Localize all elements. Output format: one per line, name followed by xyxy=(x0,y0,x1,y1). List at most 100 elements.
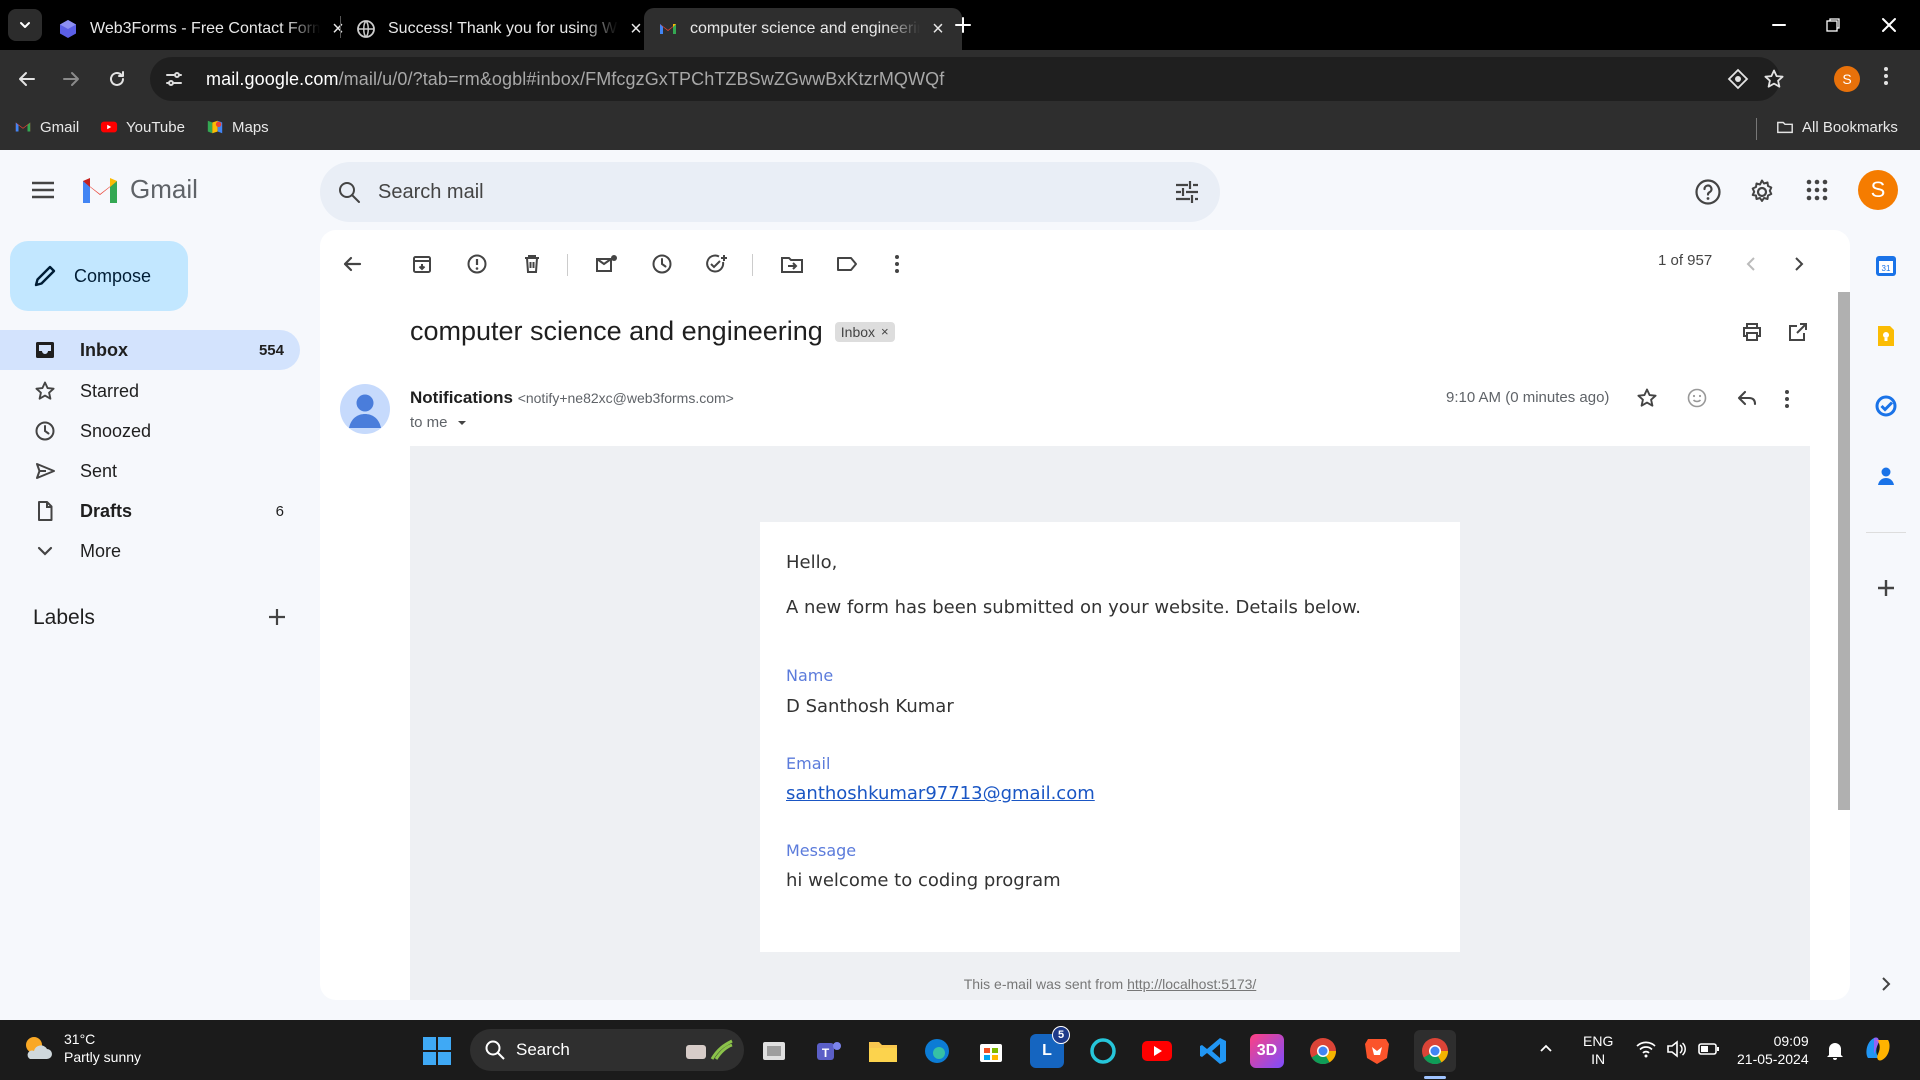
search-icon[interactable] xyxy=(336,179,362,205)
sender-avatar[interactable] xyxy=(340,384,390,434)
compose-button[interactable]: Compose xyxy=(10,241,188,311)
add-reaction-button[interactable] xyxy=(1686,387,1708,409)
site-settings-icon[interactable] xyxy=(164,69,186,89)
battery-status[interactable] xyxy=(1698,1040,1720,1058)
sidebar-item-sent[interactable]: Sent xyxy=(0,451,300,491)
tasks-app-button[interactable] xyxy=(1870,390,1902,422)
taskbar-task-view[interactable] xyxy=(758,1034,792,1068)
sidebar-item-drafts[interactable]: Drafts 6 xyxy=(0,491,300,531)
show-side-panel-button[interactable] xyxy=(1870,968,1902,1000)
volume-control[interactable] xyxy=(1666,1040,1686,1058)
taskbar-search[interactable]: Search xyxy=(470,1029,744,1071)
tab-search-button[interactable] xyxy=(8,9,42,41)
recipient-details[interactable]: to me xyxy=(410,414,470,431)
calendar-app-button[interactable]: 31 xyxy=(1870,250,1902,282)
close-window-button[interactable] xyxy=(1876,12,1902,38)
add-to-tasks-button[interactable] xyxy=(703,250,731,278)
forward-button[interactable] xyxy=(56,64,86,94)
back-button[interactable] xyxy=(12,64,42,94)
weather-widget[interactable]: 31°C Partly sunny xyxy=(20,1030,141,1066)
browser-menu-button[interactable] xyxy=(1882,64,1890,88)
message-scrollbar[interactable] xyxy=(1838,292,1850,810)
back-to-inbox-button[interactable] xyxy=(338,250,366,278)
taskbar-vscode[interactable] xyxy=(1196,1034,1230,1068)
browser-tab-gmail-active[interactable]: computer science and engineering × xyxy=(644,8,962,50)
taskbar-teams[interactable]: T xyxy=(812,1034,846,1068)
browser-tab-success[interactable]: Success! Thank you for using Web3Forms × xyxy=(342,8,660,50)
new-tab-button[interactable] xyxy=(950,12,976,38)
search-options-icon[interactable] xyxy=(1174,180,1200,204)
taskbar-chrome-profile[interactable] xyxy=(1414,1030,1456,1072)
sidebar-item-more[interactable]: More xyxy=(0,531,300,571)
taskbar-lync[interactable]: L 5 xyxy=(1030,1026,1070,1068)
minimize-window-button[interactable] xyxy=(1766,12,1792,38)
close-tab-icon[interactable]: × xyxy=(928,18,948,40)
account-avatar[interactable]: S xyxy=(1858,170,1898,210)
footer-link[interactable]: http://localhost:5173/ xyxy=(1127,976,1256,992)
taskbar-edge[interactable] xyxy=(920,1034,954,1068)
start-button[interactable] xyxy=(420,1034,454,1068)
browser-tab-web3forms[interactable]: Web3Forms - Free Contact Form × xyxy=(44,8,362,50)
older-message-button[interactable] xyxy=(1784,250,1812,278)
get-addons-button[interactable] xyxy=(1870,572,1902,604)
teams-icon: T xyxy=(817,1042,841,1060)
taskbar-brave[interactable] xyxy=(1360,1034,1394,1068)
google-lens-icon[interactable] xyxy=(1726,67,1750,91)
taskbar-cortana[interactable] xyxy=(1086,1034,1120,1068)
sidebar-item-starred[interactable]: Starred xyxy=(0,371,300,411)
browser-profile-avatar[interactable]: S xyxy=(1834,66,1860,92)
search-bar[interactable] xyxy=(320,162,1220,222)
copilot-button[interactable] xyxy=(1862,1034,1894,1064)
search-input[interactable] xyxy=(378,180,1138,204)
labels-button[interactable] xyxy=(833,250,861,278)
show-hidden-icons[interactable] xyxy=(1538,1040,1554,1056)
bookmark-star-icon[interactable] xyxy=(1762,67,1786,91)
taskbar-store[interactable] xyxy=(974,1034,1008,1068)
input-language[interactable]: ENG IN xyxy=(1583,1032,1613,1068)
gmail-logo[interactable]: Gmail xyxy=(80,174,198,205)
report-spam-button[interactable] xyxy=(463,250,491,278)
all-bookmarks-button[interactable]: All Bookmarks xyxy=(1776,118,1898,136)
sender-name[interactable]: Notifications xyxy=(410,388,513,407)
remove-label-icon[interactable]: × xyxy=(881,324,889,339)
taskbar-file-explorer[interactable] xyxy=(866,1034,900,1068)
print-all-button[interactable] xyxy=(1738,318,1766,346)
bookmark-maps[interactable]: Maps xyxy=(206,118,269,136)
keep-app-button[interactable] xyxy=(1870,320,1902,352)
sidebar-item-snoozed[interactable]: Snoozed xyxy=(0,411,300,451)
close-tab-icon[interactable]: × xyxy=(626,18,646,40)
inbox-label-chip[interactable]: Inbox × xyxy=(834,321,895,342)
network-status[interactable] xyxy=(1636,1040,1656,1058)
snooze-button[interactable] xyxy=(648,250,676,278)
field-value-name: D Santhosh Kumar xyxy=(786,696,954,717)
plus-icon xyxy=(269,609,285,625)
google-apps-button[interactable] xyxy=(1805,178,1829,202)
reload-button[interactable] xyxy=(102,64,132,94)
email-link[interactable]: santhoshkumar97713@gmail.com xyxy=(786,783,1095,804)
create-label-button[interactable] xyxy=(266,606,288,628)
sidebar-item-inbox[interactable]: Inbox 554 xyxy=(0,330,300,370)
delete-button[interactable] xyxy=(518,250,546,278)
archive-button[interactable] xyxy=(408,250,436,278)
move-to-button[interactable] xyxy=(778,250,806,278)
bookmark-gmail[interactable]: Gmail xyxy=(14,118,79,136)
bookmark-youtube[interactable]: YouTube xyxy=(100,118,185,136)
contacts-app-button[interactable] xyxy=(1870,460,1902,492)
reply-button[interactable] xyxy=(1736,387,1758,409)
more-actions-button[interactable] xyxy=(883,250,911,278)
newer-message-button[interactable] xyxy=(1738,250,1766,278)
mark-unread-button[interactable] xyxy=(593,250,621,278)
settings-button[interactable] xyxy=(1748,178,1776,206)
taskbar-youtube[interactable] xyxy=(1140,1034,1174,1068)
star-message-button[interactable] xyxy=(1636,387,1658,409)
restore-window-button[interactable] xyxy=(1820,12,1846,38)
address-bar[interactable]: mail.google.com/mail/u/0/?tab=rm&ogbl#in… xyxy=(150,57,1784,101)
open-in-new-window-button[interactable] xyxy=(1784,318,1812,346)
system-clock[interactable]: 09:09 21-05-2024 xyxy=(1737,1032,1809,1068)
taskbar-chrome[interactable] xyxy=(1306,1034,1340,1068)
support-button[interactable] xyxy=(1694,178,1722,206)
notifications-button[interactable] xyxy=(1826,1040,1844,1060)
taskbar-3d-viewer[interactable]: 3D xyxy=(1250,1034,1284,1068)
message-more-button[interactable] xyxy=(1784,389,1790,409)
main-menu-button[interactable] xyxy=(30,180,56,200)
